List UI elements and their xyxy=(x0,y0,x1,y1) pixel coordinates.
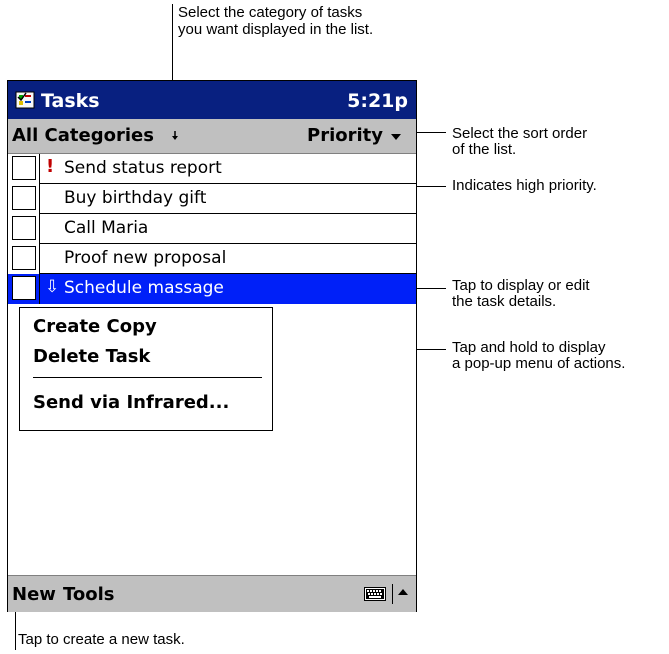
annotation-details-line2: the task details. xyxy=(452,293,557,310)
column-divider xyxy=(39,274,40,304)
annotation-popup-line1: Tap and hold to display xyxy=(452,339,606,356)
keyboard-icon[interactable] xyxy=(364,587,386,601)
task-checkbox[interactable] xyxy=(12,186,36,210)
task-row-selected[interactable]: ⇩ Schedule massage xyxy=(8,274,416,304)
column-divider xyxy=(39,214,40,244)
annotation-sort-pointer xyxy=(414,132,446,133)
low-priority-icon: ⇩ xyxy=(45,277,60,297)
column-divider xyxy=(39,184,40,214)
menu-item-send-via-infrared[interactable]: Send via Infrared... xyxy=(33,392,229,413)
column-divider xyxy=(39,244,40,274)
task-label: Buy birthday gift xyxy=(64,188,207,208)
task-checkbox[interactable] xyxy=(12,216,36,240)
task-label: Proof new proposal xyxy=(64,248,227,268)
sort-order-dropdown[interactable]: Priority xyxy=(307,125,383,146)
menu-divider xyxy=(33,377,262,378)
annotation-category-line2: you want displayed in the list. xyxy=(178,21,374,38)
annotation-new-pointer xyxy=(15,612,16,650)
menu-item-create-copy[interactable]: Create Copy xyxy=(33,316,157,337)
task-row[interactable]: Buy birthday gift xyxy=(8,184,416,214)
category-arrow-icon[interactable] xyxy=(170,131,180,141)
annotation-new-task: Tap to create a new task. xyxy=(18,631,185,648)
tasks-app-icon[interactable] xyxy=(15,90,37,110)
pocket-pc-screen: Tasks 5:21p All Categories Priority ! Se… xyxy=(7,80,417,612)
menu-item-delete-task[interactable]: Delete Task xyxy=(33,346,150,367)
task-row[interactable]: Call Maria xyxy=(8,214,416,244)
task-checkbox[interactable] xyxy=(12,276,36,300)
task-checkbox[interactable] xyxy=(12,156,36,180)
chevron-up-icon[interactable] xyxy=(398,589,408,595)
annotation-sort-line1: Select the sort order xyxy=(452,125,588,142)
popup-menu: Create Copy Delete Task Send via Infrare… xyxy=(19,307,273,431)
task-row[interactable]: ! Send status report xyxy=(8,154,416,184)
new-menu-button[interactable]: New xyxy=(12,584,56,605)
column-divider xyxy=(39,154,40,184)
annotation-details-line1: Tap to display or edit xyxy=(452,277,590,294)
chevron-down-icon[interactable] xyxy=(391,134,401,140)
sip-divider xyxy=(392,584,393,604)
task-label: Schedule massage xyxy=(64,278,224,298)
annotation-priority: Indicates high priority. xyxy=(452,177,597,194)
annotation-category-line1: Select the category of tasks xyxy=(178,4,363,21)
title-bar: Tasks 5:21p xyxy=(8,81,416,119)
clock[interactable]: 5:21p xyxy=(347,90,408,112)
task-row[interactable]: Proof new proposal xyxy=(8,244,416,274)
annotation-sort-line2: of the list. xyxy=(452,141,517,158)
command-bar: New Tools xyxy=(8,575,416,612)
tools-menu-button[interactable]: Tools xyxy=(63,584,115,605)
task-checkbox[interactable] xyxy=(12,246,36,270)
annotation-popup-line2: a pop-up menu of actions. xyxy=(452,355,626,372)
app-title: Tasks xyxy=(41,90,100,112)
task-label: Send status report xyxy=(64,158,222,178)
task-label: Call Maria xyxy=(64,218,149,238)
list-toolbar: All Categories Priority xyxy=(8,119,416,154)
category-filter-dropdown[interactable]: All Categories xyxy=(12,125,154,146)
high-priority-icon: ! xyxy=(46,156,55,177)
